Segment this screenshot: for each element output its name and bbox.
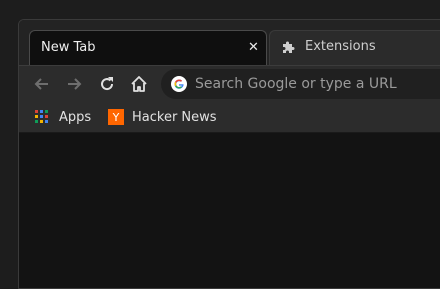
bookmark-hacker-news[interactable]: Y Hacker News (108, 107, 217, 127)
back-button[interactable] (32, 74, 52, 94)
home-icon (131, 76, 147, 92)
tab-extensions[interactable]: Extensions (269, 30, 440, 65)
forward-button[interactable] (64, 74, 84, 94)
tab-strip: New Tab ✕ Extensions (19, 20, 440, 65)
tab-new-tab[interactable]: New Tab ✕ (29, 30, 267, 65)
close-icon[interactable]: ✕ (248, 40, 259, 55)
arrow-left-icon (34, 78, 48, 90)
tab-title: Extensions (305, 39, 376, 54)
bookmark-apps[interactable]: Apps (35, 107, 91, 127)
bookmarks-bar: Apps Y Hacker News (19, 101, 440, 133)
omnibox-placeholder: Search Google or type a URL (195, 76, 397, 92)
tab-title: New Tab (41, 40, 96, 55)
reload-button[interactable] (97, 74, 117, 94)
home-button[interactable] (129, 74, 149, 94)
puzzle-icon (281, 40, 295, 54)
apps-grid-icon (35, 110, 49, 124)
reload-icon (101, 77, 114, 91)
arrow-right-icon (68, 78, 82, 90)
toolbar: Search Google or type a URL (19, 65, 440, 101)
hacker-news-icon: Y (108, 109, 124, 125)
omnibox[interactable]: Search Google or type a URL (161, 69, 440, 99)
browser-window: New Tab ✕ Extensions Search Google or ty… (18, 19, 440, 289)
bookmark-label: Apps (59, 109, 92, 125)
bookmark-label: Hacker News (132, 109, 217, 125)
google-icon (171, 76, 187, 92)
